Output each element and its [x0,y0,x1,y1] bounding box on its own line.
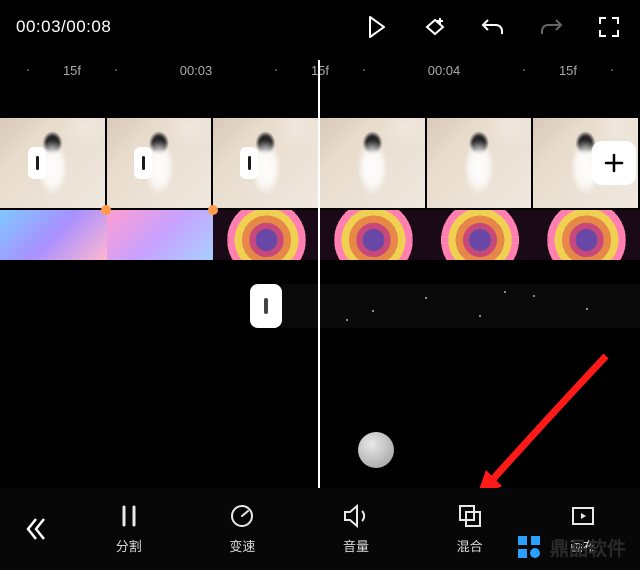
effect-clip[interactable] [0,210,107,260]
effect-clip[interactable] [427,210,534,260]
tool-label: 混合 [457,536,483,555]
video-clip[interactable] [213,118,318,208]
video-clip[interactable] [107,118,212,208]
watermark-text: 鼎品软件 [550,534,626,561]
speed-icon [229,503,255,529]
overlay-clip[interactable] [282,284,640,328]
fullscreen-button[interactable] [594,12,624,42]
watermark-logo-icon [514,532,544,562]
tool-label: 分割 [116,536,142,555]
effect-track[interactable] [0,210,640,260]
video-clip[interactable] [0,118,105,208]
redo-button [536,12,566,42]
redo-icon [538,16,564,38]
play-button[interactable] [362,12,392,42]
watermark: 鼎品软件 [514,532,626,562]
effect-clip[interactable] [107,210,214,260]
ruler-mark: 00:03 [180,63,213,78]
video-clip[interactable] [427,118,532,208]
tool-speed[interactable]: 变速 [186,503,300,555]
split-icon [116,503,142,529]
plus-icon [603,152,625,174]
tool-blend[interactable]: 混合 [413,503,527,555]
video-track[interactable] [0,118,640,208]
keyframe-add-icon [422,14,448,40]
play-icon [367,16,387,38]
tool-volume[interactable]: 音量 [299,503,413,555]
fullscreen-icon [598,16,620,38]
touch-indicator-icon [358,432,394,468]
canvas-icon [570,503,596,529]
keyframe-button[interactable] [420,12,450,42]
ruler-mark: 00:04 [428,63,461,78]
blend-icon [457,503,483,529]
top-toolbar: 00:03/00:08 [0,0,640,54]
effect-clip[interactable] [213,210,320,260]
overlay-clip-handle[interactable] [250,284,282,328]
tool-label: 音量 [343,536,369,555]
transition-handle[interactable] [134,147,152,179]
annotation-arrow-icon [456,350,616,510]
tool-label: 变速 [229,536,255,555]
add-clip-button[interactable] [592,141,636,185]
overlay-track[interactable] [0,284,640,328]
undo-icon [480,16,506,38]
undo-button[interactable] [478,12,508,42]
volume-icon [342,503,370,529]
tool-split[interactable]: 分割 [72,503,186,555]
timeline-ruler[interactable]: 15f 00:03 15f 00:04 15f [0,54,640,86]
time-label: 00:03/00:08 [16,17,111,37]
transition-handle[interactable] [28,147,46,179]
chevron-double-left-icon [22,515,50,543]
back-button[interactable] [0,488,72,570]
effect-clip[interactable] [533,210,640,260]
transition-handle[interactable] [240,147,258,179]
video-clip[interactable] [320,118,425,208]
effect-clip[interactable] [320,210,427,260]
ruler-mark: 15f [559,63,577,78]
ruler-mark: 15f [63,63,81,78]
